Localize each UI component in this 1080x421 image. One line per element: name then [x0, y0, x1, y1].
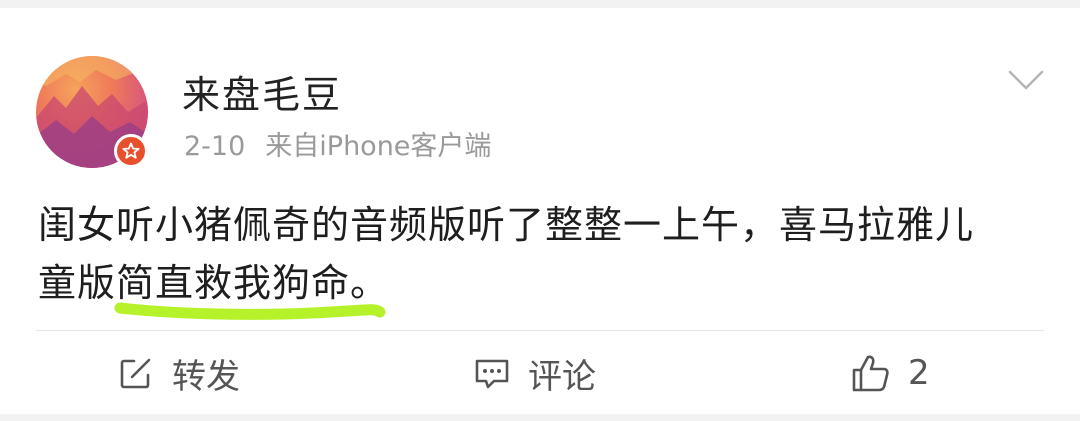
post-source: 来自iPhone客户端 [265, 131, 492, 162]
comment-label: 评论 [528, 356, 596, 397]
weibo-post-card: 来盘毛豆 2-10 来自iPhone客户端 闺女听小猪佩奇的音频版听了整整一上午，… [0, 8, 1080, 414]
repost-button[interactable]: 转发 [116, 348, 240, 398]
chevron-down-icon[interactable] [1006, 66, 1046, 94]
highlighter-underline-mark [114, 302, 386, 320]
repost-icon [120, 358, 151, 389]
like-count: 2 [908, 353, 930, 393]
comment-icon [475, 359, 509, 389]
post-body: 闺女听小猪佩奇的音频版听了整整一上午，喜马拉雅儿 童版简直救我狗命。 [38, 196, 1048, 312]
comment-button[interactable]: 评论 [472, 348, 596, 398]
divider [36, 330, 1044, 331]
post-text-line: 闺女听小猪佩奇的音频版听了整整一上午，喜马拉雅儿 [38, 203, 975, 247]
verified-badge-icon [114, 134, 148, 168]
like-button[interactable]: 2 [850, 348, 930, 398]
thumbs-up-icon [852, 355, 889, 392]
author-name[interactable]: 来盘毛豆 [182, 64, 342, 119]
post-text-segment: 童版 [38, 261, 117, 305]
post-meta: 2-10 来自iPhone客户端 [184, 124, 491, 163]
post-date: 2-10 [184, 131, 246, 162]
repost-label: 转发 [172, 356, 240, 397]
